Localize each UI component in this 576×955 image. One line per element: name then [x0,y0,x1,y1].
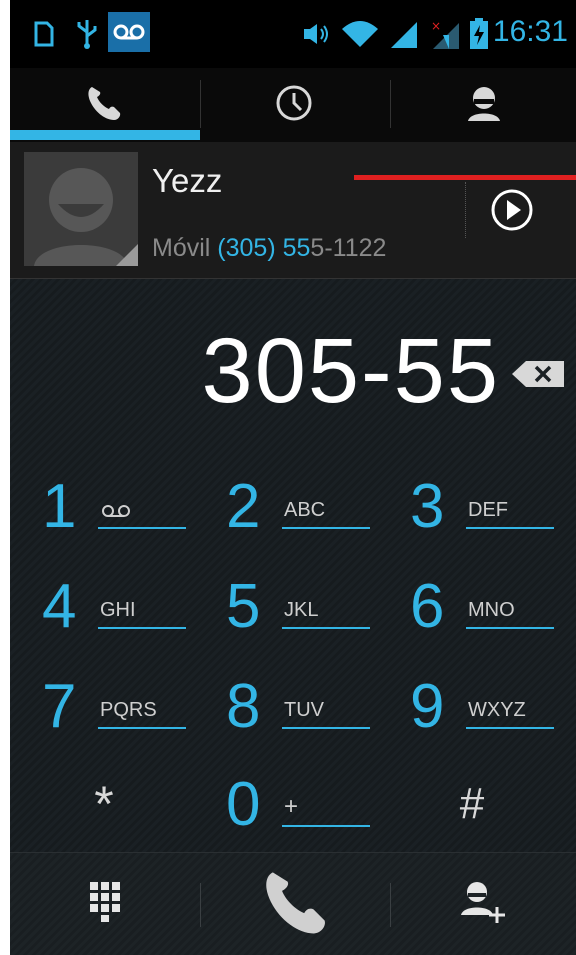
tab-call-log[interactable] [200,68,388,142]
red-line [354,175,576,180]
key-underline [282,825,370,827]
wifi-icon [340,18,380,50]
key-9[interactable]: 9 WXYZ [382,667,562,757]
number-match: (305) 55 [217,234,311,262]
tab-contacts[interactable] [390,68,576,142]
svg-text:×: × [431,19,441,33]
avatar[interactable] [24,152,138,266]
voicemail-icon [100,501,132,524]
key-hash[interactable]: # [382,765,562,855]
key-digit: 7 [42,672,77,741]
voicemail-icon [108,12,150,52]
clock-icon [274,83,314,128]
key-letters: ABC [284,499,326,521]
key-2[interactable]: 2 ABC [198,467,378,557]
key-underline [98,727,186,729]
key-underline [466,727,554,729]
key-5[interactable]: 5 JKL [198,567,378,657]
selected-tab-indicator [10,130,200,140]
key-letters: MNO [468,599,515,621]
key-underline [282,727,370,729]
key-underline [282,527,370,529]
battery-charging-icon [468,18,490,50]
add-contact-button[interactable] [390,853,576,955]
key-underline [98,527,186,529]
key-digit: 0 [226,770,261,839]
contact-number: Móvil (305) 555-1122 [152,234,386,263]
key-digit: 3 [410,472,445,541]
key-underline [466,627,554,629]
key-4[interactable]: 4 GHI [14,567,194,657]
key-0[interactable]: 0 + [198,765,378,855]
key-digit: 9 [410,672,445,741]
phone-screen: × 16:31 Yezz Móvil (305) 555-1122 305-55… [10,0,576,955]
key-letters: TUV [284,699,324,721]
key-digit: 1 [42,472,77,541]
key-symbol: # [459,779,485,828]
status-time: 16:31 [492,15,568,48]
number-type: Móvil [152,234,211,262]
key-letters: DEF [468,499,508,521]
phone-icon [84,83,124,128]
dialer-action-bar [10,852,576,955]
status-bar: × 16:31 [10,0,576,68]
key-digit: 2 [226,472,261,541]
key-6[interactable]: 6 MNO [382,567,562,657]
contact-name: Yezz [152,162,223,199]
dialpad-icon [90,882,120,927]
key-8[interactable]: 8 TUV [198,667,378,757]
key-digit: 8 [226,672,261,741]
key-underline [98,627,186,629]
key-digit: 4 [42,572,77,641]
person-icon [464,83,504,128]
key-letters: GHI [100,599,136,621]
backspace-icon [512,361,566,393]
no-signal-icon: × [428,18,462,50]
key-star[interactable]: * [14,765,194,855]
key-underline [466,527,554,529]
vibrate-icon [300,18,330,50]
key-7[interactable]: 7 PQRS [14,667,194,757]
contact-suggestion[interactable]: Yezz Móvil (305) 555-1122 [10,142,576,279]
phone-icon [258,865,332,944]
play-icon [490,189,534,236]
key-1[interactable]: 1 [14,467,194,557]
number-rest: 5-1122 [310,234,387,262]
sim-card-icon [32,18,56,50]
key-digit: 5 [226,572,261,641]
key-letters: PQRS [100,699,157,721]
key-letters: + [284,793,299,820]
dialed-number[interactable]: 305-55 [10,319,500,424]
key-letters: JKL [284,599,319,621]
divider [465,182,466,238]
key-letters: WXYZ [468,699,526,721]
key-3[interactable]: 3 DEF [382,467,562,557]
usb-icon [74,18,100,50]
add-contact-icon [459,879,507,930]
key-symbol: * [94,776,114,832]
key-digit: 6 [410,572,445,641]
call-button[interactable] [200,853,390,955]
key-underline [282,627,370,629]
signal-icon [388,18,420,50]
dialpad-button[interactable] [10,853,200,955]
backspace-button[interactable] [512,359,566,389]
play-button[interactable] [490,188,534,232]
